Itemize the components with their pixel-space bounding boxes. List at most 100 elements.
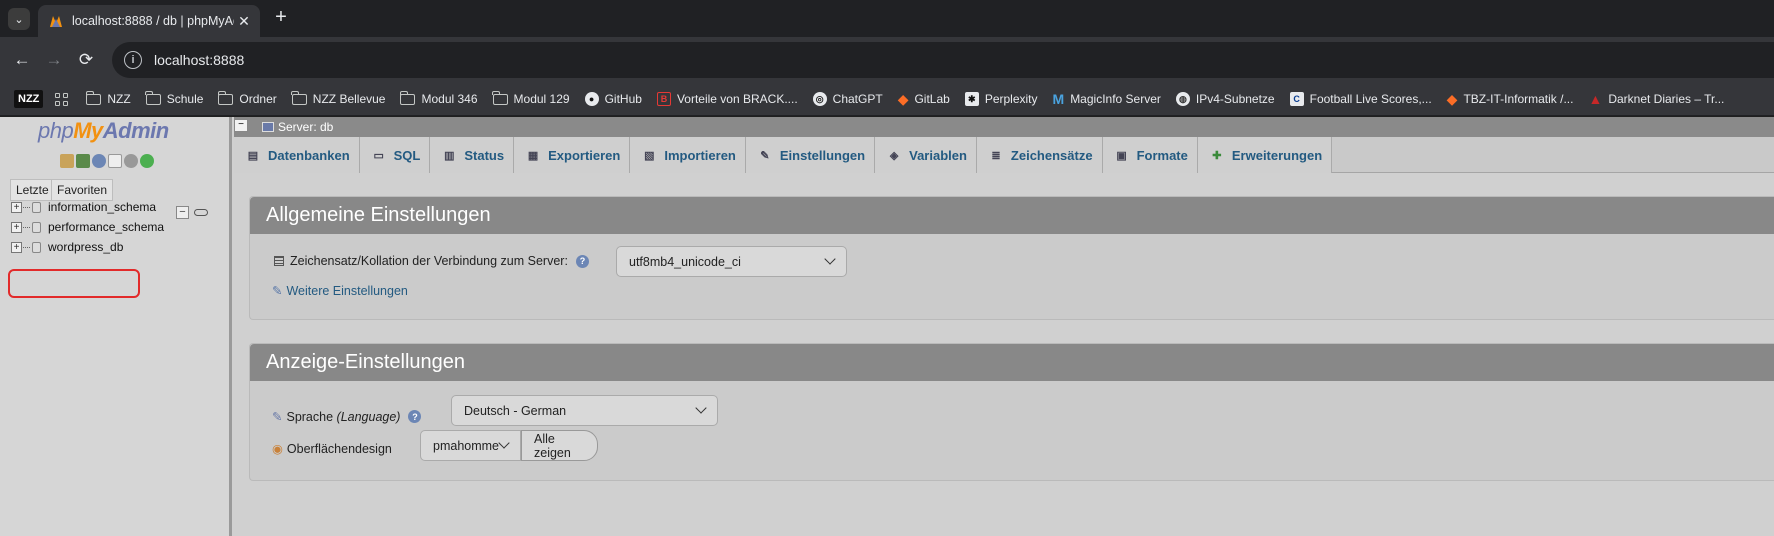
tab-search-button[interactable]: ⌄ [8, 8, 30, 30]
bookmark-nzz[interactable]: NZZ [85, 90, 131, 106]
collation-icon [274, 256, 284, 266]
language-label-row: ✎ Sprache (Language) ? [272, 409, 422, 424]
breadcrumb: Server: db [234, 117, 1774, 137]
export-icon: ▦ [527, 149, 539, 162]
expand-icon[interactable]: + [11, 241, 22, 253]
perplexity-icon: ✱ [964, 92, 979, 106]
wrench-icon: ✎ [760, 149, 770, 162]
chevron-down-icon: ⌄ [14, 13, 24, 26]
gitlab-icon: ◆ [897, 90, 909, 107]
tab-charsets[interactable]: ≣ Zeichensätze [976, 137, 1103, 173]
bookmark-ordner[interactable]: Ordner [217, 90, 277, 106]
expand-icon[interactable]: + [11, 201, 22, 213]
gitlab-icon: ◆ [1446, 90, 1458, 107]
tab-plugins[interactable]: ✚ Erweiterungen [1197, 137, 1333, 173]
bookmark-github[interactable]: ● GitHub [584, 92, 642, 106]
folder-icon [399, 90, 416, 105]
bookmark-modul-346[interactable]: Modul 346 [399, 90, 478, 106]
navigation-panel: phpMyAdmin Letzte Favoriten − + informat… [0, 117, 232, 536]
tree-controls: − [176, 206, 208, 219]
plugin-icon: ✚ [1212, 149, 1222, 162]
tab-sql[interactable]: ▭ SQL [359, 137, 431, 173]
new-tab-button[interactable]: + [270, 6, 292, 30]
football-icon: C [1289, 92, 1304, 106]
collapse-navigation-icon[interactable]: − [234, 119, 248, 132]
theme-select[interactable]: pmahomme [420, 430, 521, 461]
bookmark-modul-129[interactable]: Modul 129 [492, 90, 570, 106]
exit-icon[interactable] [76, 154, 90, 168]
tab-status[interactable]: ▥ Status [430, 137, 515, 173]
import-icon: ▧ [644, 149, 655, 162]
phpmyadmin-logo[interactable]: phpMyAdmin [38, 118, 169, 144]
help-icon[interactable]: ? [408, 410, 422, 423]
bookmark-gitlab[interactable]: ◆ GitLab [898, 91, 950, 108]
server-icon [262, 122, 274, 132]
tab-settings[interactable]: ✎ Einstellungen [745, 137, 876, 173]
tab-databases[interactable]: ▤ Datenbanken [234, 137, 360, 173]
bookmark-chatgpt[interactable]: ◎ ChatGPT [812, 92, 883, 106]
github-icon: ● [584, 92, 599, 106]
link-with-main-icon[interactable] [194, 209, 208, 216]
phpmyadmin-favicon-icon [50, 16, 62, 27]
tab-import[interactable]: ▧ Importieren [630, 137, 746, 173]
help-icon[interactable]: ? [575, 254, 589, 268]
collation-label-row: Zeichensatz/Kollation der Verbindung zum… [274, 254, 589, 268]
home-icon[interactable] [60, 154, 74, 168]
tab-export[interactable]: ▦ Exportieren [514, 137, 631, 173]
bookmark-nzz-bellevue[interactable]: NZZ Bellevue [291, 90, 385, 106]
show-all-themes-button[interactable]: Alle zeigen [521, 430, 598, 461]
reload-button[interactable]: ⟳ [74, 48, 98, 72]
collation-select[interactable]: utf8mb4_unicode_ci [616, 246, 847, 277]
site-info-icon[interactable]: i [124, 51, 142, 69]
wrench-icon: ✎ [272, 284, 283, 298]
collapse-all-icon[interactable]: − [176, 206, 189, 219]
database-icon: ▤ [247, 149, 259, 162]
documentation-icon[interactable] [108, 154, 122, 168]
help-icon[interactable] [92, 154, 106, 168]
gear-icon[interactable] [124, 154, 138, 168]
database-icon [32, 221, 41, 233]
database-icon [32, 241, 41, 253]
bookmark-perplexity[interactable]: ✱ Perplexity [964, 92, 1038, 106]
bookmarks-bar: NZZ NZZ Schule Ordner NZZ Bellevue Modul… [0, 83, 1774, 116]
browser-tab[interactable]: localhost:8888 / db | phpMyAdmin ✕ [38, 5, 260, 37]
address-text: localhost:8888 [154, 52, 245, 68]
bookmark-schule[interactable]: Schule [145, 90, 203, 106]
nzz-logo-bookmark[interactable]: NZZ [14, 90, 44, 108]
database-icon [32, 201, 41, 213]
bookmark-darknet[interactable]: ▲ Darknet Diaries – Tr... [1588, 91, 1724, 107]
back-button[interactable]: ← [10, 48, 34, 72]
bookmark-football[interactable]: C Football Live Scores,... [1289, 92, 1432, 106]
chevron-down-icon [824, 253, 836, 265]
bookmark-tbz[interactable]: ◆ TBZ-IT-Informatik /... [1447, 91, 1574, 108]
charset-icon: ≣ [991, 149, 1001, 162]
tab-engines[interactable]: ▣ Formate [1102, 137, 1198, 173]
sql-icon: ▭ [373, 149, 384, 162]
expand-icon[interactable]: + [11, 221, 22, 233]
folder-icon [145, 90, 161, 105]
bookmark-ipv4[interactable]: ◍ IPv4-Subnetze [1175, 92, 1275, 106]
apps-grid-icon[interactable] [55, 92, 69, 106]
brack-icon: B [656, 92, 671, 106]
tree-item-performance-schema[interactable]: + performance_schema [11, 218, 164, 236]
tab-title: localhost:8888 / db | phpMyAdmin [72, 14, 234, 28]
bookmark-brack[interactable]: B Vorteile von BRACK.... [656, 92, 798, 106]
display-settings-panel: Anzeige-Einstellungen ✎ Sprache (Languag… [249, 343, 1774, 481]
folder-icon [492, 90, 508, 105]
address-bar[interactable]: i localhost:8888 [112, 42, 1774, 78]
tab-variables[interactable]: ◈ Variablen [875, 137, 977, 173]
top-menu: ▤ Datenbanken ▭ SQL ▥ Status ▦ Exportieren ▧… [234, 137, 1774, 173]
display-settings-title: Anzeige-Einstellungen [250, 344, 1774, 381]
forward-button[interactable]: → [42, 48, 66, 72]
language-select[interactable]: Deutsch - German [451, 395, 718, 426]
more-settings-link[interactable]: ✎ Weitere Einstellungen [272, 283, 408, 299]
browser-tab-strip: ⌄ localhost:8888 / db | phpMyAdmin ✕ + [0, 0, 1774, 37]
tree-item-wordpress-db[interactable]: + wordpress_db [11, 238, 123, 256]
close-tab-icon[interactable]: ✕ [234, 13, 254, 30]
chevron-down-icon [498, 437, 510, 449]
bookmark-magicinfo[interactable]: M MagicInfo Server [1053, 91, 1161, 107]
tree-item-information-schema[interactable]: + information_schema [11, 198, 156, 216]
reload-icon[interactable] [140, 154, 154, 168]
general-settings-title: Allgemeine Einstellungen [250, 197, 1774, 234]
status-icon: ▥ [444, 149, 455, 162]
